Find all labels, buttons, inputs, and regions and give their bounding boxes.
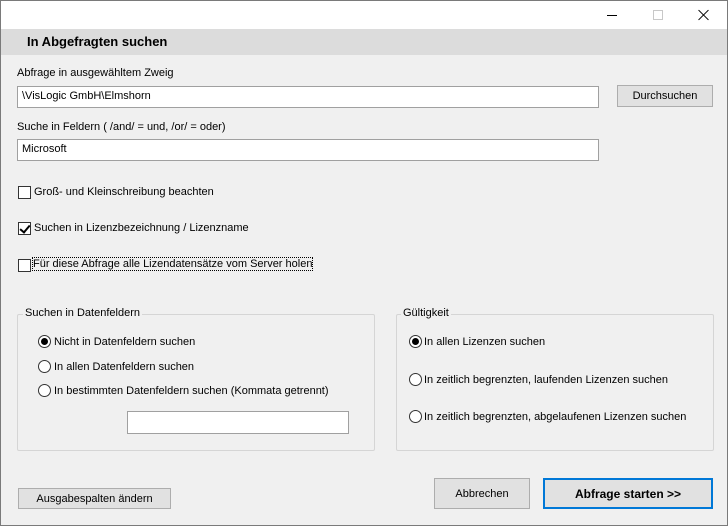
case-sensitive-checkbox[interactable]: [18, 186, 31, 199]
field-search-input[interactable]: Microsoft: [17, 139, 599, 161]
license-name-label: Suchen in Lizenzbezeichnung / Lizenzname: [34, 222, 249, 234]
radio-all-datafields[interactable]: [38, 360, 51, 373]
radio-expired-licenses[interactable]: [409, 410, 422, 423]
close-icon: [698, 9, 710, 21]
radio-no-datafields[interactable]: [38, 335, 51, 348]
dialog-window: In Abgefragten suchen Abfrage in ausgewä…: [0, 0, 728, 526]
validity-group-title: Gültigkeit: [401, 307, 451, 319]
radio-all-datafields-label: In allen Datenfeldern suchen: [54, 361, 195, 373]
browse-button[interactable]: Durchsuchen: [617, 85, 713, 107]
query-label: Abfrage in ausgewähltem Zweig: [17, 67, 174, 79]
start-query-button[interactable]: Abfrage starten >>: [543, 478, 713, 509]
query-path-input[interactable]: \VisLogic GmbH\Elmshorn: [17, 86, 599, 108]
radio-running-licenses-label: In zeitlich begrenzten, laufenden Lizenz…: [424, 374, 669, 386]
maximize-icon: [653, 10, 663, 20]
license-name-checkbox[interactable]: [18, 222, 31, 235]
radio-specific-datafields[interactable]: [38, 384, 51, 397]
case-sensitive-label: Groß- und Kleinschreibung beachten: [34, 186, 214, 198]
radio-specific-datafields-label: In bestimmten Datenfeldern suchen (Komma…: [54, 385, 329, 397]
radio-running-licenses[interactable]: [409, 373, 422, 386]
field-search-label: Suche in Feldern ( /and/ = und, /or/ = o…: [17, 121, 226, 133]
radio-expired-licenses-label: In zeitlich begrenzten, abgelaufenen Liz…: [424, 411, 687, 423]
header-band: In Abgefragten suchen: [1, 29, 727, 55]
title-bar: [1, 1, 727, 29]
radio-all-licenses-label: In allen Lizenzen suchen: [424, 336, 546, 348]
minimize-icon: [607, 14, 617, 16]
fetch-all-label: Für diese Abfrage alle Lizendatensätze v…: [31, 257, 314, 271]
fetch-all-checkbox[interactable]: [18, 259, 31, 272]
output-columns-button[interactable]: Ausgabespalten ändern: [18, 488, 171, 509]
datafields-group-title: Suchen in Datenfeldern: [23, 307, 142, 319]
maximize-button: [635, 1, 681, 29]
dialog-title: In Abgefragten suchen: [27, 34, 168, 49]
minimize-button[interactable]: [589, 1, 635, 29]
radio-all-licenses[interactable]: [409, 335, 422, 348]
radio-no-datafields-label: Nicht in Datenfeldern suchen: [54, 336, 196, 348]
specific-datafields-input[interactable]: [127, 411, 349, 434]
close-button[interactable]: [681, 1, 727, 29]
cancel-button[interactable]: Abbrechen: [434, 478, 530, 509]
